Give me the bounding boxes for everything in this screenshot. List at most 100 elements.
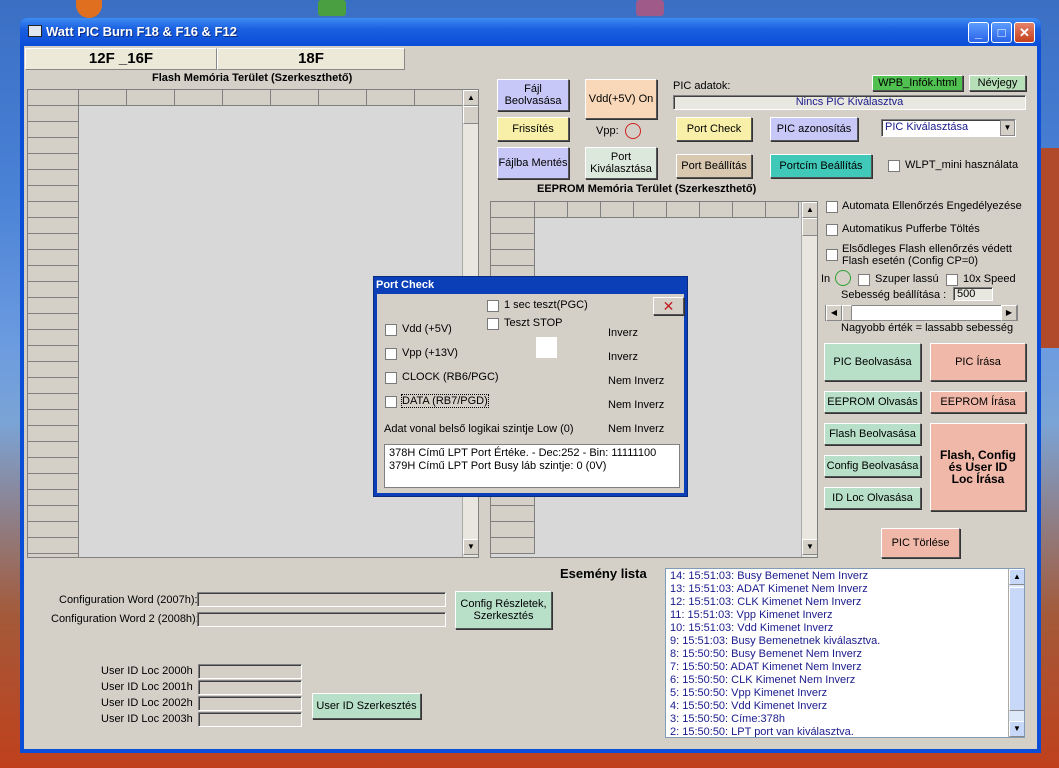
- grid-cell[interactable]: [568, 234, 601, 250]
- grid-cell[interactable]: [319, 234, 367, 250]
- grid-cell[interactable]: [733, 378, 766, 394]
- grid-cell[interactable]: [766, 250, 799, 266]
- grid-cell[interactable]: [367, 202, 415, 218]
- grid-cell[interactable]: [733, 298, 766, 314]
- grid-cell[interactable]: [175, 378, 223, 394]
- grid-cell[interactable]: [415, 250, 463, 266]
- file-save-button[interactable]: Fájlba Mentés: [497, 147, 569, 179]
- grid-cell[interactable]: [733, 538, 766, 554]
- grid-cell[interactable]: [223, 490, 271, 506]
- grid-cell[interactable]: [79, 362, 127, 378]
- grid-cell[interactable]: [319, 538, 367, 554]
- grid-cell[interactable]: [367, 122, 415, 138]
- grid-cell[interactable]: [175, 170, 223, 186]
- grid-cell[interactable]: [175, 330, 223, 346]
- grid-cell[interactable]: [271, 442, 319, 458]
- grid-cell[interactable]: [766, 362, 799, 378]
- grid-cell[interactable]: [319, 186, 367, 202]
- grid-cell[interactable]: [634, 250, 667, 266]
- grid-cell[interactable]: [319, 442, 367, 458]
- vdd-checkbox[interactable]: [385, 324, 397, 336]
- grid-cell[interactable]: [175, 154, 223, 170]
- grid-cell[interactable]: [766, 410, 799, 426]
- grid-cell[interactable]: [367, 138, 415, 154]
- grid-cell[interactable]: [175, 202, 223, 218]
- config-read-button[interactable]: Config Beolvasása: [824, 455, 921, 477]
- grid-cell[interactable]: [415, 202, 463, 218]
- grid-cell[interactable]: [127, 538, 175, 554]
- grid-cell[interactable]: [319, 522, 367, 538]
- grid-cell[interactable]: [271, 266, 319, 282]
- vdd-on-button[interactable]: Vdd(+5V) On: [585, 79, 657, 119]
- grid-cell[interactable]: [319, 490, 367, 506]
- scroll-thumb[interactable]: [802, 218, 817, 236]
- file-read-button[interactable]: Fájl Beolvasása: [497, 79, 569, 111]
- grid-cell[interactable]: [700, 474, 733, 490]
- pic-read-button[interactable]: PIC Beolvasása: [824, 343, 921, 381]
- grid-cell[interactable]: [766, 442, 799, 458]
- grid-cell[interactable]: [415, 218, 463, 234]
- grid-cell[interactable]: [568, 250, 601, 266]
- grid-cell[interactable]: [766, 218, 799, 234]
- grid-cell[interactable]: [223, 522, 271, 538]
- grid-cell[interactable]: [271, 458, 319, 474]
- scroll-up-icon[interactable]: ▲: [1009, 569, 1024, 585]
- grid-cell[interactable]: [766, 522, 799, 538]
- grid-cell[interactable]: [79, 490, 127, 506]
- grid-cell[interactable]: [319, 426, 367, 442]
- wpb-info-button[interactable]: WPB_Infók.html: [872, 75, 963, 91]
- grid-cell[interactable]: [79, 298, 127, 314]
- grid-cell[interactable]: [367, 538, 415, 554]
- grid-cell[interactable]: [766, 266, 799, 282]
- grid-cell[interactable]: [415, 106, 463, 122]
- idloc-read-button[interactable]: ID Loc Olvasása: [824, 487, 921, 509]
- primary-flash-checkbox[interactable]: [826, 249, 838, 261]
- grid-cell[interactable]: [271, 538, 319, 554]
- auto-buffer-checkbox[interactable]: [826, 224, 838, 236]
- grid-cell[interactable]: [223, 170, 271, 186]
- grid-cell[interactable]: [700, 506, 733, 522]
- grid-cell[interactable]: [223, 394, 271, 410]
- grid-cell[interactable]: [79, 538, 127, 554]
- grid-cell[interactable]: [271, 426, 319, 442]
- grid-cell[interactable]: [175, 394, 223, 410]
- event-list-item[interactable]: 11: 15:51:03: Vpp Kimenet Inverz: [670, 609, 832, 621]
- grid-cell[interactable]: [700, 218, 733, 234]
- grid-cell[interactable]: [79, 506, 127, 522]
- grid-cell[interactable]: [127, 378, 175, 394]
- grid-cell[interactable]: [175, 106, 223, 122]
- grid-cell[interactable]: [175, 538, 223, 554]
- flash-read-button[interactable]: Flash Beolvasása: [824, 423, 921, 445]
- grid-cell[interactable]: [127, 122, 175, 138]
- grid-cell[interactable]: [766, 426, 799, 442]
- grid-cell[interactable]: [733, 506, 766, 522]
- grid-cell[interactable]: [535, 218, 568, 234]
- grid-cell[interactable]: [175, 490, 223, 506]
- grid-cell[interactable]: [79, 266, 127, 282]
- scroll-down-icon[interactable]: ▼: [802, 539, 817, 555]
- grid-cell[interactable]: [79, 346, 127, 362]
- grid-cell[interactable]: [415, 138, 463, 154]
- grid-cell[interactable]: [601, 218, 634, 234]
- grid-cell[interactable]: [223, 266, 271, 282]
- scroll-down-icon[interactable]: ▼: [1009, 721, 1024, 737]
- grid-cell[interactable]: [319, 554, 367, 557]
- scroll-up-icon[interactable]: ▲: [463, 90, 478, 106]
- portcim-button[interactable]: Portcím Beállítás: [770, 154, 872, 178]
- pic-erase-button[interactable]: PIC Törlése: [881, 528, 960, 558]
- grid-cell[interactable]: [700, 490, 733, 506]
- grid-cell[interactable]: [766, 490, 799, 506]
- grid-cell[interactable]: [79, 282, 127, 298]
- grid-cell[interactable]: [700, 346, 733, 362]
- grid-cell[interactable]: [766, 330, 799, 346]
- grid-cell[interactable]: [319, 474, 367, 490]
- grid-cell[interactable]: [601, 538, 634, 554]
- grid-cell[interactable]: [79, 234, 127, 250]
- event-list[interactable]: 14: 15:51:03: Busy Bemenet Nem Inverz 13:…: [665, 568, 1025, 738]
- grid-cell[interactable]: [601, 522, 634, 538]
- grid-cell[interactable]: [271, 410, 319, 426]
- grid-cell[interactable]: [568, 218, 601, 234]
- port-check-button[interactable]: Port Check: [676, 117, 752, 141]
- grid-cell[interactable]: [700, 314, 733, 330]
- grid-cell[interactable]: [766, 346, 799, 362]
